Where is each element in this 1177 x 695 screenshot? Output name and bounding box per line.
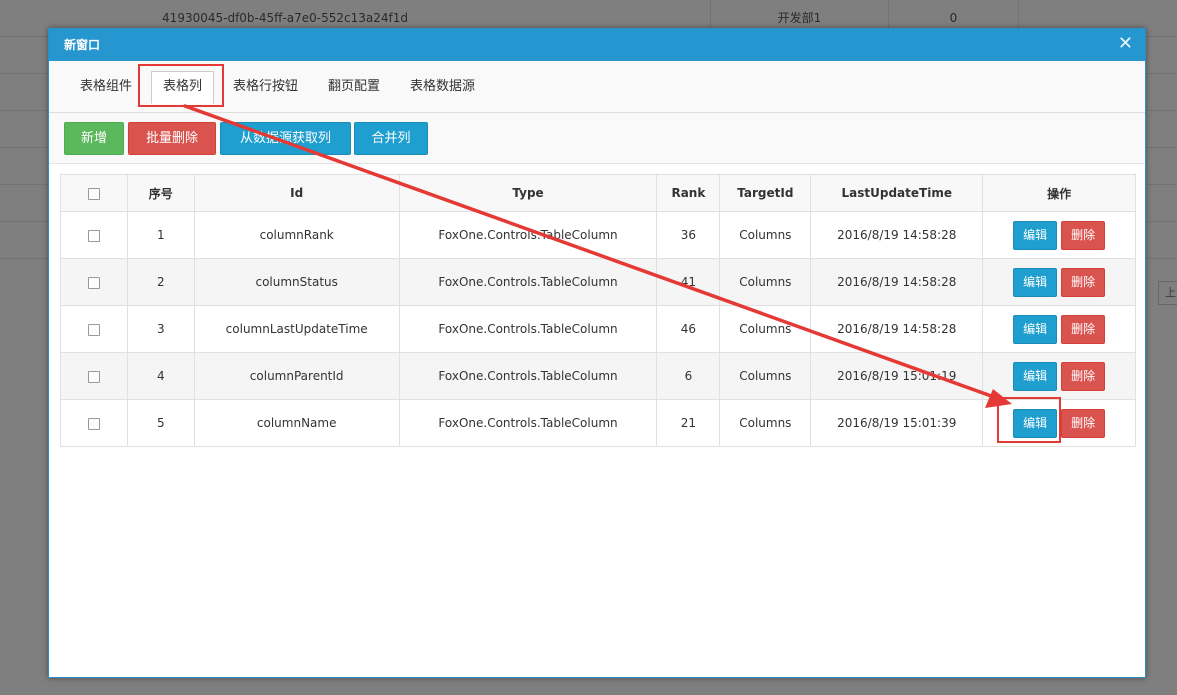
row-target-id: Columns (719, 352, 812, 400)
edit-button[interactable]: 编辑 (1013, 220, 1058, 250)
table-header-row: 序号 Id Type Rank TargetId LastUpdateTime … (60, 174, 1136, 212)
row-number: 3 (126, 305, 195, 353)
row-type: FoxOne.Controls.TableColumn (398, 211, 658, 259)
batch-delete-button[interactable]: 批量删除 (128, 122, 216, 155)
tab-table-component[interactable]: 表格组件 (69, 77, 143, 109)
modal-dialog: 新窗口 ✕ 表格组件 表格列 表格行按钮 翻页配置 表格数据源 新增 批量删除 … (48, 28, 1146, 678)
table-row: 4 columnParentId FoxOne.Controls.TableCo… (60, 352, 1136, 400)
row-target-id: Columns (719, 305, 812, 353)
row-id: columnName (193, 399, 400, 447)
row-rank: 6 (656, 352, 721, 400)
delete-button[interactable]: 删除 (1061, 361, 1106, 391)
row-rank: 41 (656, 258, 721, 306)
row-type: FoxOne.Controls.TableColumn (398, 305, 658, 353)
row-number: 4 (126, 352, 195, 400)
delete-button[interactable]: 删除 (1061, 267, 1106, 297)
row-rank: 21 (656, 399, 721, 447)
row-type: FoxOne.Controls.TableColumn (398, 258, 658, 306)
row-id: columnRank (193, 211, 400, 259)
edit-button[interactable]: 编辑 (1013, 314, 1058, 344)
row-last-update-time: 2016/8/19 14:58:28 (810, 258, 984, 306)
row-last-update-time: 2016/8/19 14:58:28 (810, 211, 984, 259)
row-rank: 46 (656, 305, 721, 353)
highlight-edit-box (997, 397, 1061, 443)
row-number: 1 (126, 211, 195, 259)
merge-columns-button[interactable]: 合并列 (354, 122, 428, 155)
fetch-columns-button[interactable]: 从数据源获取列 (220, 122, 351, 155)
row-checkbox[interactable] (87, 276, 100, 289)
column-header: 操作 (982, 174, 1136, 212)
row-actions: 编辑 删除 (982, 258, 1136, 306)
row-checkbox[interactable] (87, 370, 100, 383)
modal-title: 新窗口 (64, 38, 101, 52)
row-type: FoxOne.Controls.TableColumn (398, 399, 658, 447)
column-header[interactable]: 序号 (126, 174, 195, 212)
row-actions: 编辑 删除 (982, 211, 1136, 259)
table-row: 3 columnLastUpdateTime FoxOne.Controls.T… (60, 305, 1136, 353)
column-header[interactable]: TargetId (719, 174, 812, 212)
row-checkbox[interactable] (87, 417, 100, 430)
tab-paging-config[interactable]: 翻页配置 (317, 77, 391, 109)
columns-table: 序号 Id Type Rank TargetId LastUpdateTime … (60, 174, 1136, 447)
modal-header: 新窗口 ✕ (49, 29, 1145, 61)
delete-button[interactable]: 删除 (1061, 314, 1106, 344)
close-icon[interactable]: ✕ (1118, 29, 1133, 59)
toolbar: 新增 批量删除 从数据源获取列 合并列 (49, 113, 1145, 164)
row-rank: 36 (656, 211, 721, 259)
table-row: 5 columnName FoxOne.Controls.TableColumn… (60, 399, 1136, 447)
row-number: 5 (126, 399, 195, 447)
row-checkbox[interactable] (87, 323, 100, 336)
column-header[interactable]: LastUpdateTime (810, 174, 984, 212)
row-type: FoxOne.Controls.TableColumn (398, 352, 658, 400)
row-last-update-time: 2016/8/19 15:01:39 (810, 399, 984, 447)
row-actions: 编辑 删除 (982, 305, 1136, 353)
select-all-checkbox[interactable] (87, 187, 100, 200)
table-row: 1 columnRank FoxOne.Controls.TableColumn… (60, 211, 1136, 259)
add-button[interactable]: 新增 (64, 122, 124, 155)
highlight-tab-box (138, 64, 224, 107)
row-last-update-time: 2016/8/19 15:01:19 (810, 352, 984, 400)
row-id: columnStatus (193, 258, 400, 306)
select-all-cell (60, 174, 128, 212)
row-target-id: Columns (719, 399, 812, 447)
row-target-id: Columns (719, 211, 812, 259)
row-id: columnLastUpdateTime (193, 305, 400, 353)
row-target-id: Columns (719, 258, 812, 306)
delete-button[interactable]: 删除 (1061, 220, 1106, 250)
table-row: 2 columnStatus FoxOne.Controls.TableColu… (60, 258, 1136, 306)
row-actions: 编辑 删除 (982, 352, 1136, 400)
row-id: columnParentId (193, 352, 400, 400)
column-header[interactable]: Type (398, 174, 658, 212)
tab-data-source[interactable]: 表格数据源 (399, 77, 486, 109)
row-last-update-time: 2016/8/19 14:58:28 (810, 305, 984, 353)
tab-row-buttons[interactable]: 表格行按钮 (222, 77, 309, 109)
row-checkbox[interactable] (87, 229, 100, 242)
edit-button[interactable]: 编辑 (1013, 267, 1058, 297)
delete-button[interactable]: 删除 (1061, 408, 1106, 438)
edit-button[interactable]: 编辑 (1013, 361, 1058, 391)
column-header[interactable]: Id (193, 174, 400, 212)
column-header[interactable]: Rank (656, 174, 721, 212)
row-number: 2 (126, 258, 195, 306)
